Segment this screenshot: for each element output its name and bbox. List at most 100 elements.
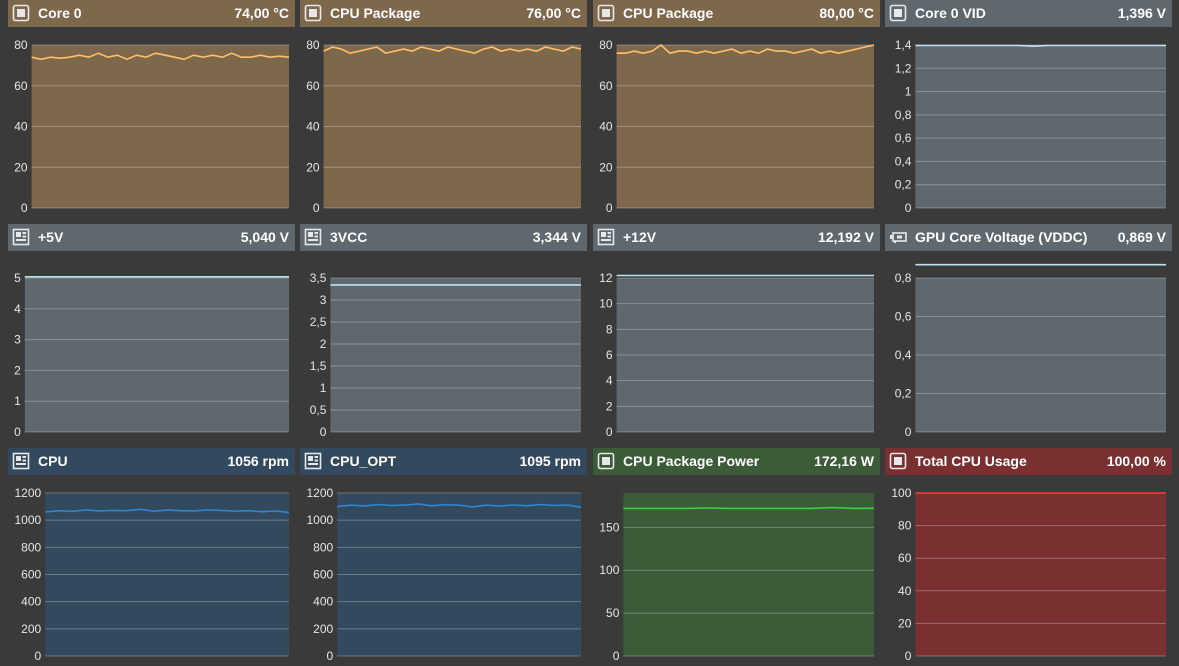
y-tick-label: 100 <box>891 486 911 500</box>
y-tick-label: 1 <box>14 394 21 408</box>
y-tick-label: 0 <box>35 649 42 663</box>
y-tick-label: 0 <box>327 649 334 663</box>
y-tick-label: 80 <box>599 38 613 52</box>
sensor-panel-header: +5V 5,040 V <box>8 224 295 251</box>
y-tick-label: 4 <box>14 302 21 316</box>
sensor-name: Core 0 VID <box>915 5 986 21</box>
y-tick-label: 800 <box>21 540 41 554</box>
sensor-name: CPU Package <box>623 5 714 21</box>
sensor-panel[interactable]: CPU Package 76,00 °C 0 20 40 60 80 <box>300 0 587 218</box>
sensor-chart: 0 0,5 1 1,5 2 2,5 3 3,5 <box>300 251 587 442</box>
y-tick-label: 6 <box>606 348 613 362</box>
y-tick-label: 40 <box>599 120 613 134</box>
sensor-chart: 0 20 40 60 80 <box>8 27 295 218</box>
y-tick-label: 0 <box>905 425 912 439</box>
y-tick-label: 0,2 <box>895 178 912 192</box>
sensor-value: 1,396 V <box>1117 5 1166 21</box>
y-tick-label: 40 <box>898 584 912 598</box>
sensor-panel[interactable]: Core 0 VID 1,396 V 0 0,2 0,4 0,6 0,8 1 1,2 1,4 <box>885 0 1172 218</box>
y-tick-label: 0,8 <box>895 271 912 285</box>
chart-svg: 0 20 40 60 80 <box>599 38 875 215</box>
y-tick-label: 4 <box>606 374 613 388</box>
sensor-panel[interactable]: 3VCC 3,344 V 0 0,5 1 1,5 2 2,5 3 3,5 <box>300 224 587 442</box>
y-tick-label: 1,4 <box>895 38 912 52</box>
y-tick-label: 12 <box>599 271 613 285</box>
sensor-chart: 0 2 4 6 8 10 12 <box>593 251 880 442</box>
motherboard-icon <box>304 452 322 470</box>
y-tick-label: 80 <box>898 519 912 533</box>
chart-svg: 0 200 400 600 800 1000 1200 <box>14 486 290 663</box>
y-tick-label: 8 <box>606 322 613 336</box>
y-tick-label: 200 <box>21 622 41 636</box>
y-tick-label: 0 <box>905 649 912 663</box>
cpu-chip-icon <box>304 4 322 22</box>
y-tick-label: 60 <box>898 551 912 565</box>
sensor-name: Total CPU Usage <box>915 453 1027 469</box>
y-tick-label: 40 <box>14 120 28 134</box>
y-tick-label: 1 <box>905 85 912 99</box>
sensor-panel-header: CPU Package 80,00 °C <box>593 0 880 27</box>
sensor-panel[interactable]: +5V 5,040 V 0 1 2 3 4 5 <box>8 224 295 442</box>
plot-area <box>24 278 290 432</box>
chart-svg: 0 1 2 3 4 5 <box>14 271 290 439</box>
sensor-name: CPU Package Power <box>623 453 760 469</box>
sensor-name: CPU_OPT <box>330 453 397 469</box>
chart-svg: 0 200 400 600 800 1000 1200 <box>306 486 582 663</box>
sensor-panel[interactable]: +12V 12,192 V 0 2 4 6 8 10 12 <box>593 224 880 442</box>
sensor-name: GPU Core Voltage (VDDC) <box>915 229 1088 245</box>
sensor-chart: 0 0,2 0,4 0,6 0,8 <box>885 251 1172 442</box>
motherboard-icon <box>12 452 30 470</box>
sensor-panel[interactable]: Total CPU Usage 100,00 % 0 20 40 60 80 100 <box>885 448 1172 666</box>
y-tick-label: 600 <box>313 568 333 582</box>
sensor-value: 172,16 W <box>814 453 874 469</box>
y-tick-label: 0,8 <box>895 108 912 122</box>
sensor-panel-header: +12V 12,192 V <box>593 224 880 251</box>
y-tick-label: 0 <box>606 201 613 215</box>
sensor-panel-header: 3VCC 3,344 V <box>300 224 587 251</box>
y-tick-label: 0,5 <box>310 403 327 417</box>
motherboard-icon <box>12 228 30 246</box>
y-tick-label: 1,2 <box>895 61 912 75</box>
y-tick-label: 2 <box>320 337 327 351</box>
sensor-panel[interactable]: CPU Package 80,00 °C 0 20 40 60 80 <box>593 0 880 218</box>
gpu-card-icon <box>889 228 907 246</box>
sensor-value: 5,040 V <box>240 229 289 245</box>
sensor-value: 74,00 °C <box>234 5 289 21</box>
sensor-panel[interactable]: Core 0 74,00 °C 0 20 40 60 80 <box>8 0 295 218</box>
sensor-name: CPU Package <box>330 5 421 21</box>
sensor-panel[interactable]: CPU Package Power 172,16 W 0 50 100 150 <box>593 448 880 666</box>
motherboard-icon <box>597 228 615 246</box>
y-tick-label: 80 <box>14 38 28 52</box>
y-tick-label: 40 <box>306 120 320 134</box>
sensor-chart: 0 200 400 600 800 1000 1200 <box>300 475 587 666</box>
chart-svg: 0 0,2 0,4 0,6 0,8 <box>895 263 1166 439</box>
sensor-panel-header: CPU Package 76,00 °C <box>300 0 587 27</box>
sensor-chart: 0 20 40 60 80 <box>300 27 587 218</box>
plot-area <box>915 45 1166 208</box>
y-tick-label: 50 <box>606 606 620 620</box>
chart-svg: 0 2 4 6 8 10 12 <box>599 271 874 439</box>
sensor-panel[interactable]: CPU_OPT 1095 rpm 0 200 400 600 800 1000 1200 <box>300 448 587 666</box>
y-tick-label: 0,2 <box>895 387 912 401</box>
y-tick-label: 20 <box>898 616 912 630</box>
series-line <box>623 506 875 510</box>
y-tick-label: 0,6 <box>895 310 912 324</box>
y-tick-label: 400 <box>21 595 41 609</box>
y-tick-label: 1 <box>320 381 327 395</box>
sensor-panel-header: CPU_OPT 1095 rpm <box>300 448 587 475</box>
sensor-value: 1095 rpm <box>519 453 581 469</box>
y-tick-label: 2 <box>606 399 613 413</box>
sensor-panel-header: GPU Core Voltage (VDDC) 0,869 V <box>885 224 1172 251</box>
cpu-chip-icon <box>597 452 615 470</box>
y-tick-label: 0 <box>14 425 21 439</box>
y-tick-label: 1200 <box>14 486 41 500</box>
sensor-chart: 0 50 100 150 <box>593 475 880 666</box>
sensor-value: 76,00 °C <box>526 5 581 21</box>
sensor-panel[interactable]: GPU Core Voltage (VDDC) 0,869 V 0 0,2 0,4 0,6… <box>885 224 1172 442</box>
sensor-chart: 0 1 2 3 4 5 <box>8 251 295 442</box>
sensor-name: Core 0 <box>38 5 82 21</box>
chart-svg: 0 0,5 1 1,5 2 2,5 3 3,5 <box>310 271 581 439</box>
chart-svg: 0 0,2 0,4 0,6 0,8 1 1,2 1,4 <box>895 38 1166 215</box>
sensor-panel[interactable]: CPU 1056 rpm 0 200 400 600 800 1000 1200 <box>8 448 295 666</box>
y-tick-label: 20 <box>306 160 320 174</box>
